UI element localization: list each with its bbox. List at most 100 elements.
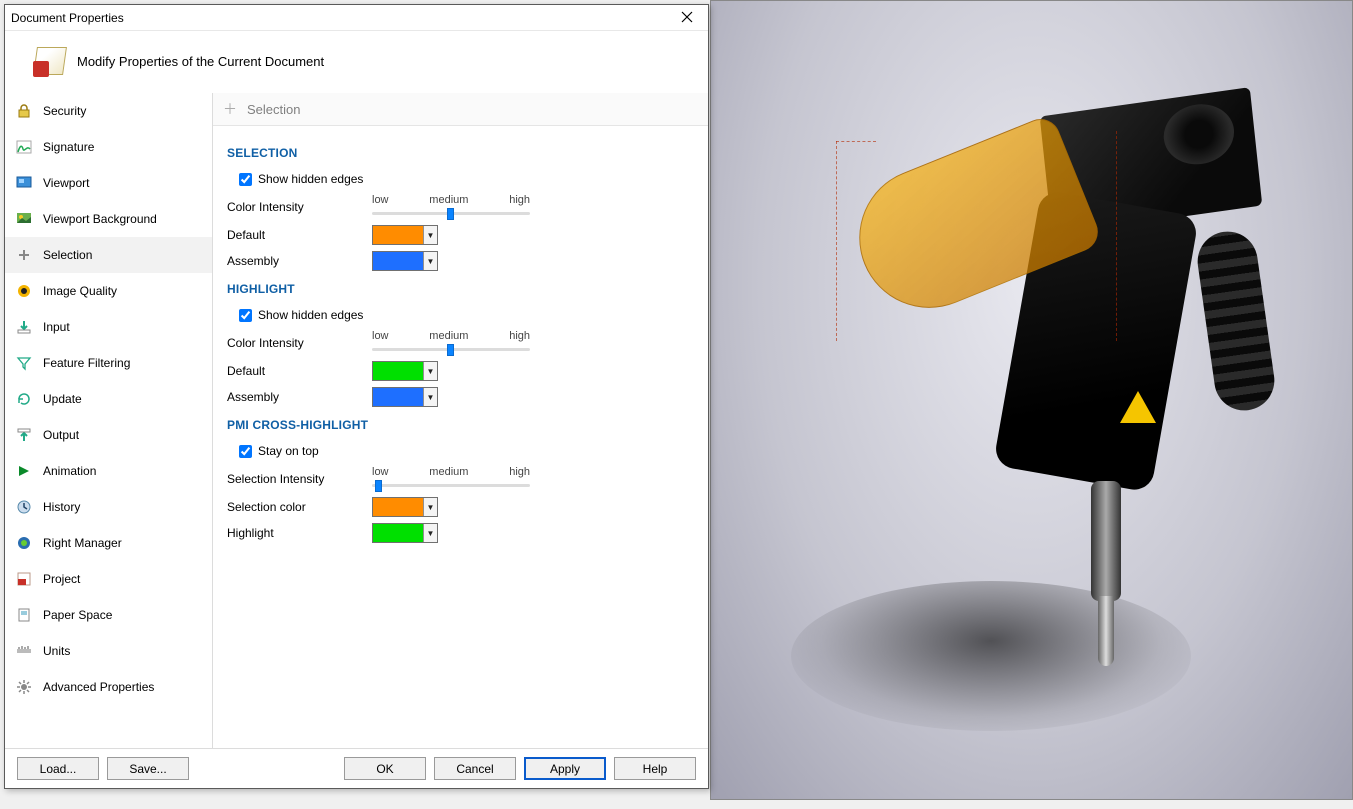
signature-icon — [15, 138, 33, 156]
filter-icon — [15, 354, 33, 372]
chevron-down-icon: ▼ — [423, 226, 437, 244]
sidebar-item-label: Input — [43, 320, 70, 334]
highlight-intensity-label: Color Intensity — [227, 336, 372, 350]
sidebar-item-viewport-background[interactable]: Viewport Background — [5, 201, 212, 237]
slider-labels: low medium high — [372, 466, 530, 478]
dialog-subtitle: Modify Properties of the Current Documen… — [77, 54, 324, 69]
selection-bbox-edge — [1116, 131, 1117, 341]
probe-assembly — [1076, 481, 1136, 691]
input-icon — [15, 318, 33, 336]
bellows-part — [1194, 228, 1278, 415]
history-icon — [15, 498, 33, 516]
image-quality-icon — [15, 282, 33, 300]
color-swatch — [373, 524, 423, 542]
selection-icon — [15, 246, 33, 264]
highlight-show-hidden-checkbox[interactable] — [239, 309, 252, 322]
pmi-selection-color-button[interactable]: ▼ — [372, 497, 438, 517]
highlight-intensity-slider[interactable] — [372, 344, 530, 356]
selection-bbox-edge — [836, 141, 876, 142]
sidebar-item-signature[interactable]: Signature — [5, 129, 212, 165]
save-button[interactable]: Save... — [107, 757, 189, 780]
sidebar-item-label: History — [43, 500, 80, 514]
sidebar-item-right-manager[interactable]: Right Manager — [5, 525, 212, 561]
close-icon — [681, 10, 693, 26]
selection-assembly-color-button[interactable]: ▼ — [372, 251, 438, 271]
pmi-stay-label: Stay on top — [258, 444, 319, 458]
chevron-down-icon: ▼ — [423, 498, 437, 516]
pmi-intensity-slider[interactable] — [372, 480, 530, 492]
load-button[interactable]: Load... — [17, 757, 99, 780]
selection-default-color-button[interactable]: ▼ — [372, 225, 438, 245]
color-swatch — [373, 252, 423, 270]
sidebar-item-history[interactable]: History — [5, 489, 212, 525]
sidebar-item-label: Image Quality — [43, 284, 117, 298]
group-header-highlight: HIGHLIGHT — [227, 282, 694, 296]
animation-icon — [15, 462, 33, 480]
cancel-button[interactable]: Cancel — [434, 757, 516, 780]
group-header-pmi: PMI CROSS-HIGHLIGHT — [227, 418, 694, 432]
color-swatch — [373, 226, 423, 244]
sidebar-item-label: Project — [43, 572, 80, 586]
sidebar-item-label: Viewport — [43, 176, 89, 190]
color-swatch — [373, 388, 423, 406]
section-breadcrumb[interactable]: ＋ Selection — [213, 93, 708, 126]
sidebar-item-label: Output — [43, 428, 79, 442]
selection-assembly-label: Assembly — [227, 254, 372, 268]
sidebar-item-update[interactable]: Update — [5, 381, 212, 417]
titlebar[interactable]: Document Properties — [5, 5, 708, 31]
3d-viewport[interactable] — [710, 0, 1353, 800]
sidebar-item-label: Units — [43, 644, 70, 658]
slider-labels: low medium high — [372, 194, 530, 206]
plus-icon: ＋ — [223, 99, 237, 119]
sidebar-item-security[interactable]: Security — [5, 93, 212, 129]
sidebar-item-feature-filtering[interactable]: Feature Filtering — [5, 345, 212, 381]
pmi-stay-checkbox[interactable] — [239, 445, 252, 458]
sidebar-item-selection[interactable]: Selection — [5, 237, 212, 273]
selection-bbox-edge — [836, 141, 837, 341]
sidebar-item-advanced-properties[interactable]: Advanced Properties — [5, 669, 212, 705]
chevron-down-icon: ▼ — [423, 362, 437, 380]
robot-model[interactable] — [846, 101, 1256, 721]
pmi-highlight-color-button[interactable]: ▼ — [372, 523, 438, 543]
sidebar-item-image-quality[interactable]: Image Quality — [5, 273, 212, 309]
document-icon — [35, 47, 65, 75]
ok-button[interactable]: OK — [344, 757, 426, 780]
sidebar-item-project[interactable]: Project — [5, 561, 212, 597]
highlight-default-color-button[interactable]: ▼ — [372, 361, 438, 381]
chevron-down-icon: ▼ — [423, 524, 437, 542]
chevron-down-icon: ▼ — [423, 252, 437, 270]
pmi-intensity-label: Selection Intensity — [227, 472, 372, 486]
output-icon — [15, 426, 33, 444]
sidebar-item-label: Viewport Background — [43, 212, 157, 226]
sidebar-item-input[interactable]: Input — [5, 309, 212, 345]
rights-icon — [15, 534, 33, 552]
highlight-show-hidden-label: Show hidden edges — [258, 308, 363, 322]
apply-button[interactable]: Apply — [524, 757, 606, 780]
sidebar-item-label: Feature Filtering — [43, 356, 130, 370]
selection-intensity-label: Color Intensity — [227, 200, 372, 214]
sidebar-item-animation[interactable]: Animation — [5, 453, 212, 489]
sidebar-item-paper-space[interactable]: Paper Space — [5, 597, 212, 633]
sidebar-item-label: Update — [43, 392, 82, 406]
lock-icon — [15, 102, 33, 120]
close-button[interactable] — [672, 7, 702, 29]
sidebar-item-label: Right Manager — [43, 536, 122, 550]
sidebar-item-label: Paper Space — [43, 608, 112, 622]
dialog-title: Document Properties — [11, 11, 672, 25]
selection-show-hidden-checkbox[interactable] — [239, 173, 252, 186]
sidebar-item-units[interactable]: Units — [5, 633, 212, 669]
breadcrumb-label: Selection — [247, 102, 300, 117]
selection-show-hidden-label: Show hidden edges — [258, 172, 363, 186]
sidebar-item-label: Advanced Properties — [43, 680, 154, 694]
help-button[interactable]: Help — [614, 757, 696, 780]
dialog-header: Modify Properties of the Current Documen… — [5, 31, 708, 93]
sidebar-item-output[interactable]: Output — [5, 417, 212, 453]
slider-labels: low medium high — [372, 330, 530, 342]
sidebar-item-viewport[interactable]: Viewport — [5, 165, 212, 201]
paper-space-icon — [15, 606, 33, 624]
project-icon — [15, 570, 33, 588]
selection-intensity-slider[interactable] — [372, 208, 530, 220]
content-panel: ＋ Selection SELECTION Show hidden edges … — [213, 93, 708, 748]
highlight-assembly-color-button[interactable]: ▼ — [372, 387, 438, 407]
pmi-highlight-label: Highlight — [227, 526, 372, 540]
